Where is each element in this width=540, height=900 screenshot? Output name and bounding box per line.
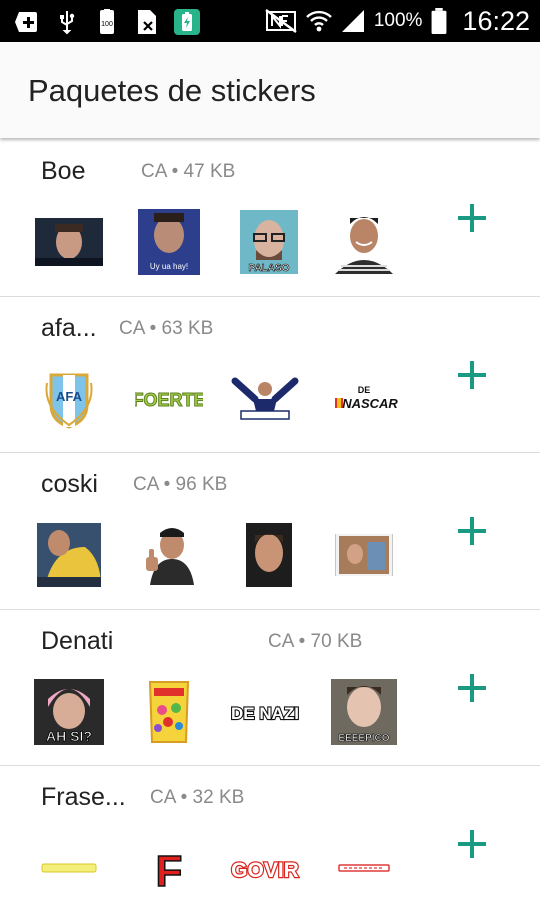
sticker-small-red-text-icon xyxy=(338,864,390,872)
pack-name: Denati xyxy=(41,626,114,655)
sticker-text-bw-icon: DE NAZI xyxy=(230,702,300,723)
sticker-preview: GOVIR xyxy=(230,834,300,900)
clock: 16:22 xyxy=(462,5,530,36)
sticker-face-dark-icon xyxy=(35,218,103,266)
svg-text:DE NAZI: DE NAZI xyxy=(231,704,299,723)
sticker-preview xyxy=(134,521,204,589)
sticker-player-arms-icon xyxy=(231,377,299,420)
sticker-face-glasses-icon: PALASO xyxy=(240,210,298,274)
sticker-red-text-icon: GOVIR xyxy=(230,858,300,883)
sticker-preview xyxy=(34,208,104,276)
sticker-preview xyxy=(134,678,204,746)
sticker-pack-row[interactable]: Denati CA • 70 KB AH SI? DE NAZI EEEEPIC… xyxy=(0,609,540,766)
add-box-icon xyxy=(15,12,37,32)
wifi-icon xyxy=(305,10,332,32)
sticker-preview: DE NASCAR xyxy=(329,365,399,433)
pack-meta: CA • 70 KB xyxy=(268,630,363,652)
sticker-pack-row[interactable]: Boe CA • 47 KB Uy ua hay! PALASO xyxy=(0,140,540,297)
sticker-yellow-text-icon xyxy=(41,863,97,873)
status-bar: 100 100% 16:22 xyxy=(0,0,540,42)
page-title: Paquetes de stickers xyxy=(28,73,316,108)
svg-text:EEEEPICO: EEEEPICO xyxy=(338,733,389,744)
sticker-preview xyxy=(34,521,104,589)
sticker-meme-photo-icon xyxy=(335,526,393,584)
svg-text:AFA: AFA xyxy=(56,389,83,404)
sticker-preview: Uy ua hay! xyxy=(134,208,204,276)
sticker-preview xyxy=(34,834,104,900)
sticker-preview xyxy=(230,365,300,433)
sticker-preview-strip: F GOVIR xyxy=(30,834,430,900)
svg-text:AH SI?: AH SI? xyxy=(46,728,92,744)
pack-name: Boe xyxy=(41,157,86,185)
sticker-preview: FOERTE xyxy=(134,365,204,433)
svg-text:FOERTE: FOERTE xyxy=(135,390,203,410)
pack-meta: CA • 96 KB xyxy=(133,474,228,495)
sticker-preview xyxy=(234,521,304,589)
add-pack-button[interactable] xyxy=(452,511,492,551)
add-pack-button[interactable] xyxy=(452,668,492,708)
sticker-yellow-shirt-icon xyxy=(37,523,101,587)
sticker-preview xyxy=(329,208,399,276)
sim-off-icon xyxy=(138,10,156,34)
battery-icon xyxy=(431,8,447,34)
svg-text:GOVIR: GOVIR xyxy=(231,859,299,882)
sticker-preview xyxy=(329,834,399,900)
nfc-off-icon xyxy=(265,9,297,33)
sticker-text-green-icon: FOERTE xyxy=(135,389,203,410)
pack-meta: CA • 47 KB xyxy=(141,161,236,182)
svg-text:DE: DE xyxy=(358,385,371,395)
sticker-preview-strip: AH SI? DE NAZI EEEEPICO xyxy=(30,678,430,748)
sticker-pack-row[interactable]: coski CA • 96 KB xyxy=(0,453,540,610)
battery-percent: 100% xyxy=(373,10,423,31)
app-bar: Paquetes de stickers xyxy=(0,42,540,138)
usb-icon xyxy=(60,11,75,35)
battery-charging-app-icon xyxy=(174,9,200,35)
sticker-pack-row[interactable]: Frase... CA • 32 KB F GOVIR xyxy=(0,766,540,900)
sticker-preview: F xyxy=(134,834,204,900)
sticker-nascar-icon: DE NASCAR xyxy=(335,385,398,411)
sticker-red-f-icon: F xyxy=(155,846,183,892)
sticker-face-smile-icon xyxy=(335,217,393,274)
sticker-candy-bag-icon xyxy=(148,680,190,743)
sticker-preview xyxy=(329,521,399,589)
pack-name: Frase... xyxy=(41,783,126,811)
svg-text:F: F xyxy=(156,847,183,892)
add-pack-button[interactable] xyxy=(452,198,492,238)
sticker-preview: AFA xyxy=(34,365,104,433)
sticker-pack-list: Boe CA • 47 KB Uy ua hay! PALASO afa... … xyxy=(0,140,540,900)
sticker-afa-crest-icon: AFA xyxy=(45,373,93,429)
svg-text:100: 100 xyxy=(101,21,113,28)
sticker-preview: DE NAZI xyxy=(230,678,300,746)
sticker-preview: AH SI? xyxy=(34,678,104,746)
sticker-preview-strip: Uy ua hay! PALASO xyxy=(30,208,430,278)
cell-signal-icon xyxy=(341,10,364,32)
pack-name: coski xyxy=(41,470,98,498)
sticker-face-portrait-icon xyxy=(246,523,292,587)
sticker-face-blue-icon: Uy ua hay! xyxy=(138,209,200,275)
sticker-preview: EEEEPICO xyxy=(329,678,399,746)
svg-text:NASCAR: NASCAR xyxy=(342,396,398,411)
sticker-preview: PALASO xyxy=(234,208,304,276)
battery-full-small-icon: 100 xyxy=(100,9,114,34)
svg-text:PALASO: PALASO xyxy=(249,263,290,274)
svg-text:Uy ua hay!: Uy ua hay! xyxy=(150,262,188,271)
pack-name: afa... xyxy=(41,313,97,342)
pack-meta: CA • 32 KB xyxy=(150,787,245,808)
add-pack-button[interactable] xyxy=(452,824,492,864)
sticker-preview-strip xyxy=(30,521,430,591)
sticker-pink-hair-icon: AH SI? xyxy=(34,678,104,745)
sticker-thumbs-up-icon xyxy=(146,528,194,585)
add-pack-button[interactable] xyxy=(452,355,492,395)
pack-meta: CA • 63 KB xyxy=(119,317,214,339)
sticker-pack-row[interactable]: afa... CA • 63 KB AFA FOERTE DE NASCAR xyxy=(0,296,540,453)
sticker-preview-strip: AFA FOERTE DE NASCAR xyxy=(30,365,430,435)
sticker-face-eeepico-icon: EEEEPICO xyxy=(331,678,397,745)
